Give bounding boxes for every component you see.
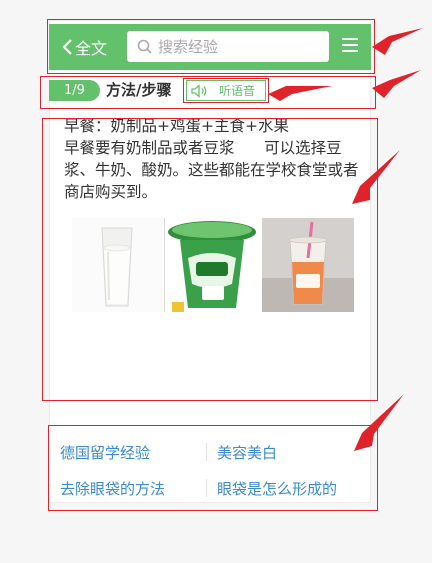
annotation-box-related: [48, 425, 378, 511]
annotation-box-listen: [183, 78, 269, 103]
annotation-arrow: [372, 70, 421, 98]
page: 全文 1/9 方法/步骤 听语音 早餐：奶制品+鸡蛋+主食+水果 早餐要有奶制品…: [0, 0, 432, 563]
annotation-box-content: [42, 118, 378, 401]
annotation-box-header: [47, 19, 375, 74]
annotation-arrow: [372, 28, 423, 55]
